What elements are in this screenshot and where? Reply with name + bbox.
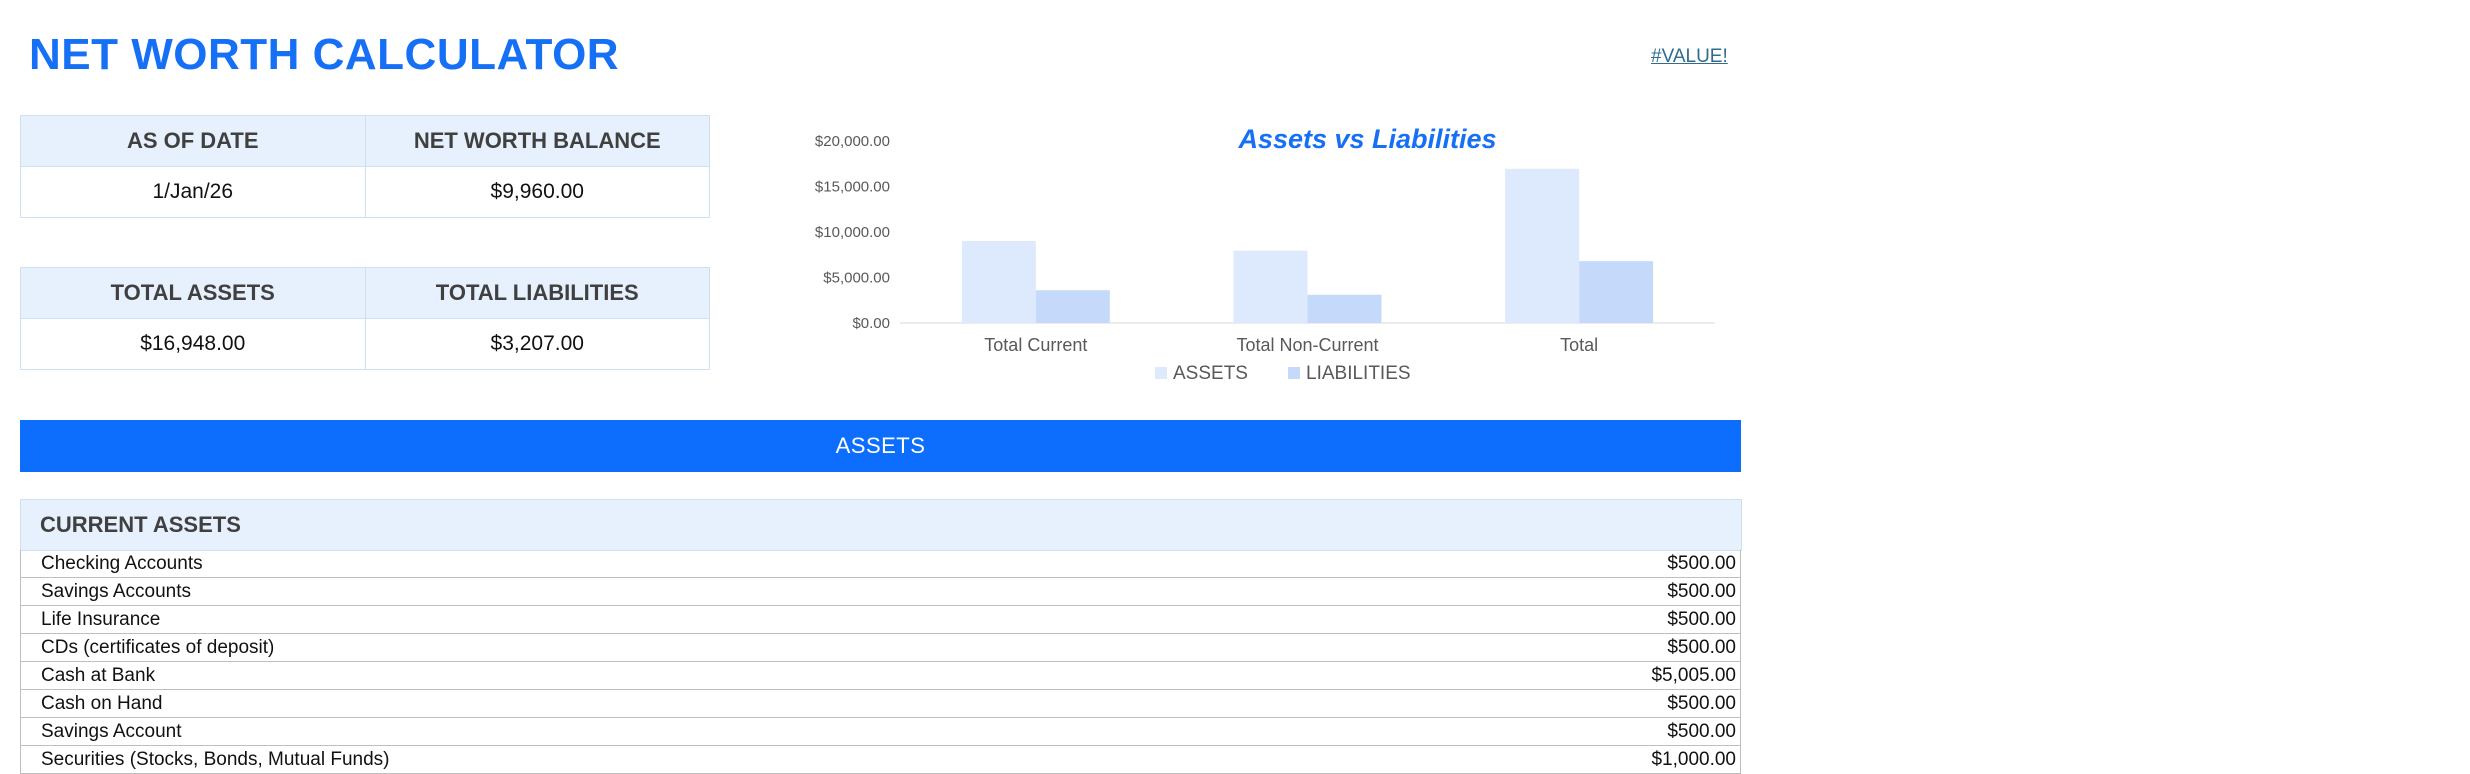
legend-label-liabilities: LIABILITIES (1306, 363, 1411, 384)
category-label: Total Current (984, 335, 1087, 355)
category-label: Total Non-Current (1236, 335, 1378, 355)
total-liabilities-value[interactable]: $3,207.00 (364, 318, 710, 370)
legend-swatch-assets (1155, 367, 1167, 379)
bar-assets-0 (961, 241, 1036, 323)
asset-name-cell[interactable]: Cash on Hand (20, 689, 881, 718)
total-liabilities-header: TOTAL LIABILITIES (364, 267, 710, 319)
page-title: NET WORTH CALCULATOR (29, 30, 620, 79)
y-tick-label: $20,000.00 (815, 133, 890, 150)
asset-value-cell[interactable]: $500.00 (880, 633, 1741, 662)
as-of-date-value[interactable]: 1/Jan/26 (20, 166, 366, 218)
bar-liabilities-2 (1579, 261, 1654, 323)
net-worth-value[interactable]: $9,960.00 (364, 166, 710, 218)
y-tick-label: $5,000.00 (823, 270, 890, 287)
chart-canvas: Assets vs Liabilities $0.00 $5,000.00 $10,0… (815, 124, 1715, 384)
bar-assets-2 (1505, 168, 1580, 323)
summary-table-bottom: TOTAL ASSETS TOTAL LIABILITIES $16,948.0… (20, 267, 710, 370)
asset-name-cell[interactable]: Checking Accounts (20, 550, 881, 578)
table-row: Savings Accounts $500.00 (20, 577, 1741, 606)
category-label: Total (1560, 335, 1598, 355)
bar-liabilities-0 (1035, 290, 1110, 323)
legend-label-assets: ASSETS (1173, 363, 1248, 384)
asset-name-cell[interactable]: Cash at Bank (20, 661, 881, 690)
total-assets-value[interactable]: $16,948.00 (20, 318, 366, 370)
error-link[interactable]: #VALUE! (1651, 46, 1728, 68)
net-worth-header: NET WORTH BALANCE (364, 115, 710, 167)
asset-name-cell[interactable]: Life Insurance (20, 605, 881, 634)
asset-name-cell[interactable]: Savings Account (20, 717, 881, 746)
summary-table-top: AS OF DATE NET WORTH BALANCE 1/Jan/26 $9… (20, 115, 710, 218)
asset-value-cell[interactable]: $500.00 (880, 577, 1741, 606)
table-row: Life Insurance $500.00 (20, 605, 1741, 634)
as-of-date-header: AS OF DATE (20, 115, 366, 167)
legend-swatch-liabilities (1288, 367, 1300, 379)
asset-value-cell[interactable]: $500.00 (880, 550, 1741, 578)
total-assets-header: TOTAL ASSETS (20, 267, 366, 319)
asset-name-cell[interactable]: CDs (certificates of deposit) (20, 633, 881, 662)
current-assets-table: Checking Accounts $500.00 Savings Accounts… (20, 550, 1741, 774)
asset-value-cell[interactable]: $1,000.00 (880, 745, 1741, 774)
asset-value-cell[interactable]: $5,005.00 (880, 661, 1741, 690)
current-assets-header: CURRENT ASSETS (20, 499, 1742, 551)
asset-value-cell[interactable]: $500.00 (880, 605, 1741, 634)
table-row: Cash at Bank $5,005.00 (20, 661, 1741, 690)
asset-name-cell[interactable]: Securities (Stocks, Bonds, Mutual Funds) (20, 745, 881, 774)
bar-liabilities-1 (1307, 294, 1382, 323)
table-row: CDs (certificates of deposit) $500.00 (20, 633, 1741, 662)
bar-assets-1 (1233, 250, 1308, 323)
asset-name-cell[interactable]: Savings Accounts (20, 577, 881, 606)
y-tick-label: $10,000.00 (815, 224, 890, 241)
asset-value-cell[interactable]: $500.00 (880, 689, 1741, 718)
assets-section-header: ASSETS (20, 420, 1741, 472)
asset-value-cell[interactable]: $500.00 (880, 717, 1741, 746)
assets-vs-liabilities-chart[interactable]: Assets vs Liabilities $0.00 $5,000.00 $10,0… (790, 110, 1740, 410)
table-row: Cash on Hand $500.00 (20, 689, 1741, 718)
chart-title: Assets vs Liabilities (1237, 124, 1496, 154)
y-tick-label: $15,000.00 (815, 179, 890, 196)
table-row: Checking Accounts $500.00 (20, 550, 1741, 578)
table-row: Securities (Stocks, Bonds, Mutual Funds)… (20, 745, 1741, 774)
table-row: Savings Account $500.00 (20, 717, 1741, 746)
y-tick-label: $0.00 (852, 315, 890, 332)
